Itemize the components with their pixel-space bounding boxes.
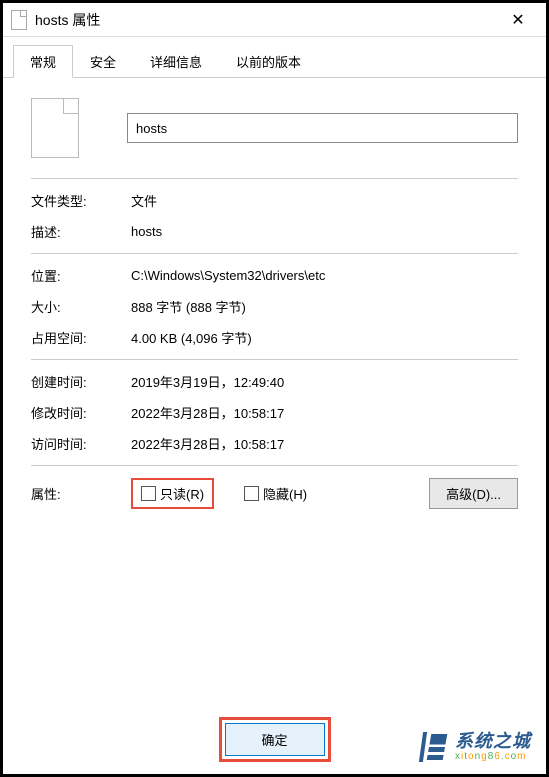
- label-created: 创建时间:: [31, 372, 131, 391]
- divider: [31, 253, 518, 254]
- watermark: 系统之城 xitong86.com: [415, 730, 531, 764]
- tab-general[interactable]: 常规: [13, 45, 73, 78]
- tab-security[interactable]: 安全: [73, 45, 133, 77]
- row-disk-size: 占用空间: 4.00 KB (4,096 字节): [31, 328, 518, 347]
- tab-previous-versions[interactable]: 以前的版本: [219, 45, 318, 77]
- label-file-type: 文件类型:: [31, 191, 131, 210]
- value-created: 2019年3月19日，12:49:40: [131, 372, 518, 391]
- row-attributes: 属性: 只读(R) 隐藏(H) 高级(D)...: [31, 478, 518, 509]
- watermark-logo-icon: [415, 730, 449, 764]
- value-modified: 2022年3月28日，10:58:17: [131, 403, 518, 422]
- hidden-checkbox[interactable]: [244, 486, 259, 501]
- hidden-label: 隐藏(H): [263, 484, 307, 503]
- watermark-text: 系统之城 xitong86.com: [455, 732, 531, 763]
- row-modified: 修改时间: 2022年3月28日，10:58:17: [31, 403, 518, 422]
- value-description: hosts: [131, 224, 518, 239]
- ok-button-highlight: 确定: [219, 717, 331, 762]
- label-accessed: 访问时间:: [31, 434, 131, 453]
- value-accessed: 2022年3月28日，10:58:17: [131, 434, 518, 453]
- divider: [31, 178, 518, 179]
- filename-input[interactable]: [127, 113, 518, 143]
- value-disk-size: 4.00 KB (4,096 字节): [131, 328, 518, 347]
- label-location: 位置:: [31, 266, 131, 285]
- tab-details[interactable]: 详细信息: [133, 45, 219, 77]
- value-file-type: 文件: [131, 191, 518, 210]
- titlebar: hosts 属性 ✕: [3, 3, 546, 37]
- readonly-label: 只读(R): [160, 484, 204, 503]
- divider: [31, 359, 518, 360]
- label-disk-size: 占用空间:: [31, 328, 131, 347]
- hidden-checkbox-wrap: 隐藏(H): [244, 484, 307, 503]
- content-panel: 文件类型: 文件 描述: hosts 位置: C:\Windows\System…: [3, 78, 546, 531]
- row-location: 位置: C:\Windows\System32\drivers\etc: [31, 266, 518, 285]
- label-modified: 修改时间:: [31, 403, 131, 422]
- label-description: 描述:: [31, 222, 131, 241]
- row-description: 描述: hosts: [31, 222, 518, 241]
- value-location: C:\Windows\System32\drivers\etc: [131, 268, 518, 283]
- tab-bar: 常规 安全 详细信息 以前的版本: [3, 37, 546, 78]
- row-file-type: 文件类型: 文件: [31, 191, 518, 210]
- row-created: 创建时间: 2019年3月19日，12:49:40: [31, 372, 518, 391]
- file-header-row: [31, 98, 518, 158]
- watermark-url: xitong86.com: [455, 751, 531, 762]
- close-button[interactable]: ✕: [498, 3, 538, 36]
- readonly-checkbox[interactable]: [141, 486, 156, 501]
- divider: [31, 465, 518, 466]
- attribute-checkboxes: 只读(R) 隐藏(H): [131, 478, 307, 509]
- file-icon: [31, 98, 79, 158]
- watermark-title: 系统之城: [455, 732, 531, 752]
- row-accessed: 访问时间: 2022年3月28日，10:58:17: [31, 434, 518, 453]
- label-attributes: 属性:: [31, 484, 131, 503]
- row-size: 大小: 888 字节 (888 字节): [31, 297, 518, 316]
- readonly-checkbox-wrap: 只读(R): [131, 478, 214, 509]
- advanced-button[interactable]: 高级(D)...: [429, 478, 518, 509]
- ok-button[interactable]: 确定: [225, 723, 325, 756]
- value-size: 888 字节 (888 字节): [131, 297, 518, 316]
- file-icon-small: [11, 10, 27, 30]
- label-size: 大小:: [31, 297, 131, 316]
- window-title: hosts 属性: [35, 10, 498, 30]
